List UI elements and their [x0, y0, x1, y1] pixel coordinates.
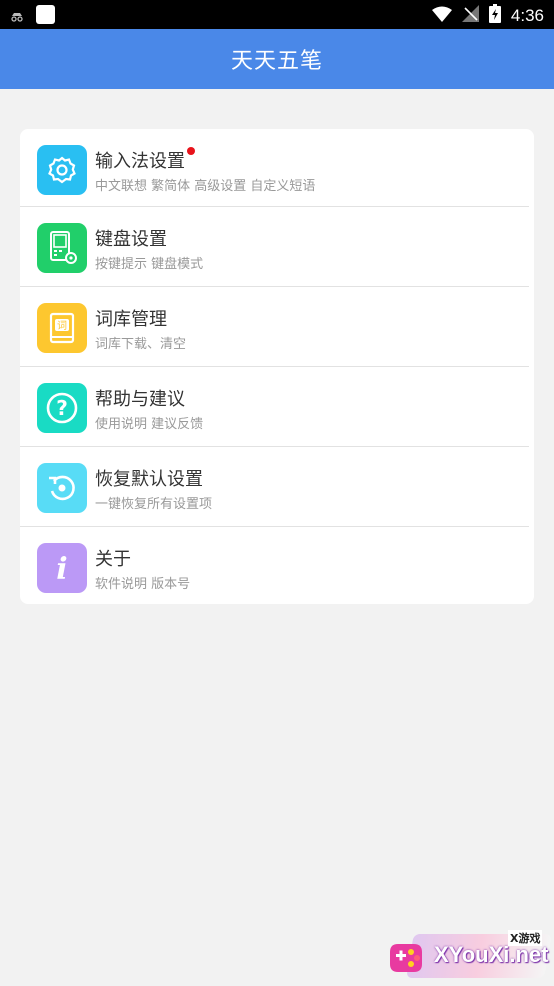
menu-item-title: 关于 — [95, 549, 131, 570]
watermark-tag: X游戏 — [508, 930, 543, 946]
menu-item-subtitle: 软件说明 版本号 — [95, 577, 191, 592]
menu-item-title: 恢复默认设置 — [95, 469, 203, 490]
menu-item-subtitle: 一键恢复所有设置项 — [95, 497, 213, 512]
settings-card: 输入法设置 中文联想 繁简体 高级设置 自定义短语 键盘设置 按键提示 键盘模式 — [20, 129, 534, 604]
battery-charging-icon — [488, 4, 501, 27]
menu-item-subtitle: 使用说明 建议反馈 — [95, 417, 204, 432]
menu-item-keyboard-settings[interactable]: 键盘设置 按键提示 键盘模式 — [20, 207, 534, 287]
gear-icon — [37, 145, 87, 195]
question-icon: ? — [37, 383, 87, 433]
watermark: XYouXi.net X游戏 — [382, 928, 552, 984]
menu-item-restore-defaults[interactable]: 恢复默认设置 一键恢复所有设置项 — [20, 447, 534, 527]
menu-item-title: 词库管理 — [95, 309, 167, 330]
menu-item-title: 帮助与建议 — [95, 389, 185, 410]
svg-text:词: 词 — [57, 320, 67, 332]
menu-item-title: 键盘设置 — [95, 229, 167, 250]
menu-item-about[interactable]: i 关于 软件说明 版本号 — [20, 527, 534, 607]
no-signal-icon — [461, 5, 479, 26]
status-time: 4:36 — [510, 5, 544, 25]
page-title: 天天五笔 — [230, 49, 323, 74]
incognito-icon — [10, 7, 24, 26]
app-bar: 天天五笔 — [0, 29, 554, 89]
menu-item-subtitle: 中文联想 繁简体 高级设置 自定义短语 — [95, 179, 316, 194]
menu-item-title: 输入法设置 — [95, 151, 185, 172]
keyboard-settings-icon — [37, 223, 87, 273]
dictionary-book-icon: 词 — [37, 303, 87, 353]
restore-icon — [37, 463, 87, 513]
svg-text:i: i — [56, 552, 67, 585]
info-icon: i — [37, 543, 87, 593]
notification-badge — [187, 147, 195, 155]
wifi-icon — [431, 6, 452, 26]
svg-text:?: ? — [56, 396, 68, 420]
menu-item-subtitle: 按键提示 键盘模式 — [95, 257, 204, 272]
status-bar: 4:36 — [0, 0, 554, 29]
menu-item-help[interactable]: ? 帮助与建议 使用说明 建议反馈 — [20, 367, 534, 447]
menu-item-input-settings[interactable]: 输入法设置 中文联想 繁简体 高级设置 自定义短语 — [20, 129, 534, 209]
menu-item-dictionary[interactable]: 词 词库管理 词库下载、清空 — [20, 287, 534, 367]
notification-square-icon — [36, 5, 55, 28]
menu-item-subtitle: 词库下载、清空 — [95, 337, 187, 352]
gamepad-logo-icon — [390, 944, 422, 972]
